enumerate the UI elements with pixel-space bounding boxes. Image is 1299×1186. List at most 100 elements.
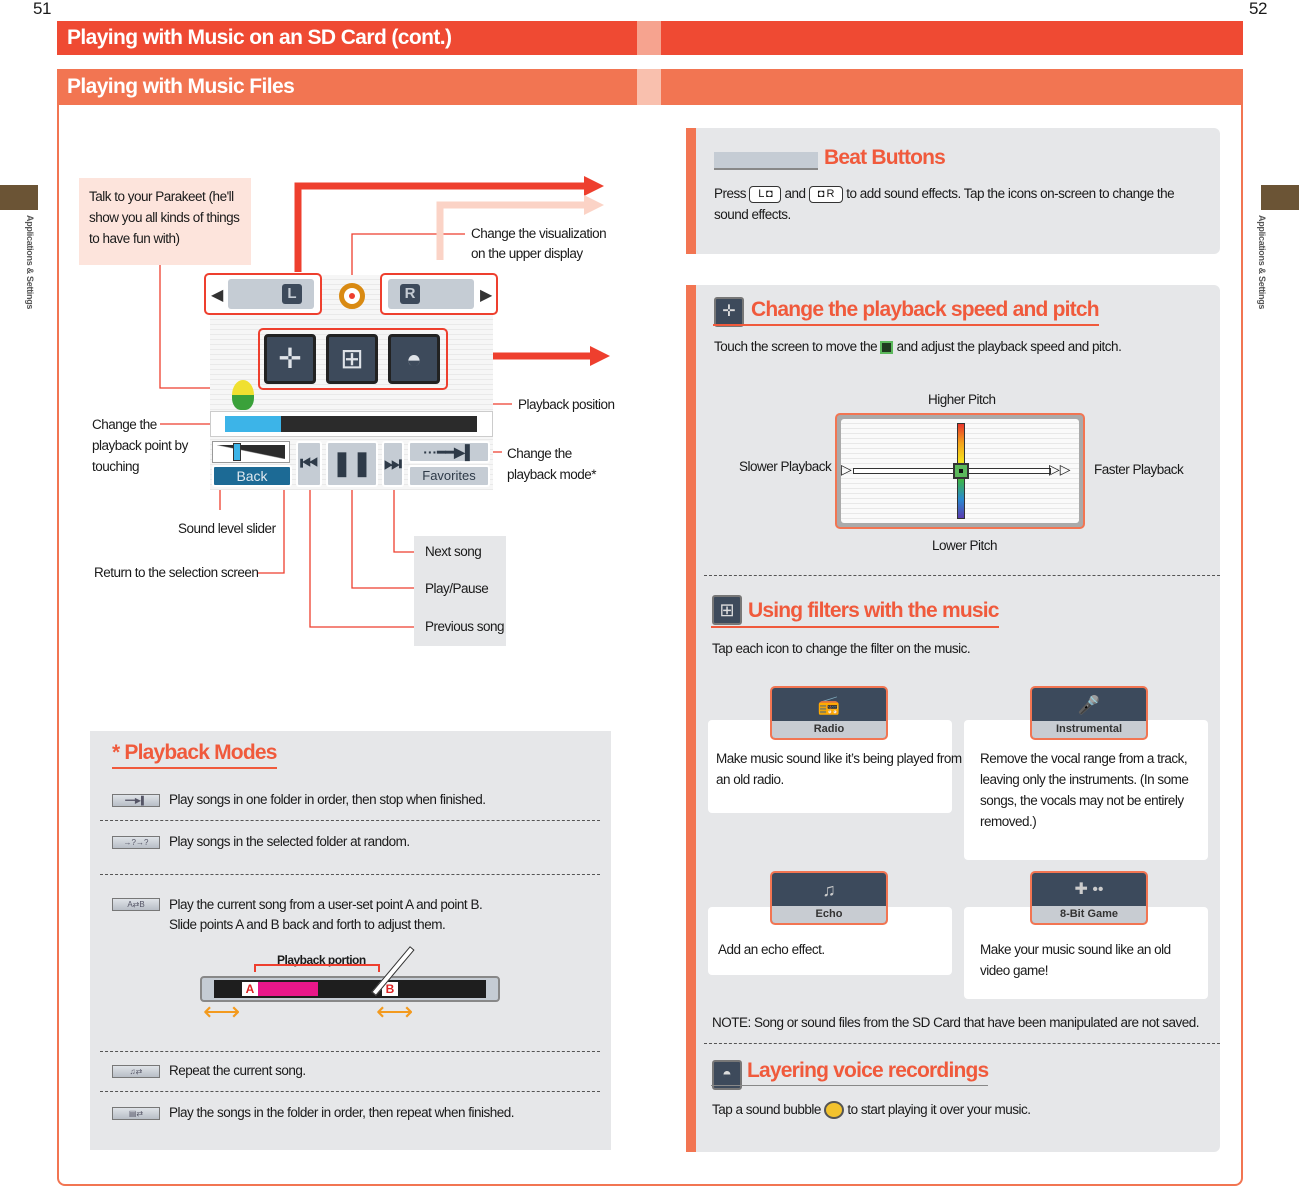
back-button[interactable]: Back [212,465,292,487]
filter-desc: removed.) [980,814,1037,829]
speed-pitch-pad[interactable]: ▷ ▷▷ [835,413,1085,529]
speed-pitch-text: Touch the screen to move the and adjust … [714,336,1122,357]
echo-filter-button[interactable]: ♫ Echo [770,871,888,925]
line-play [351,480,418,589]
previous-song-button[interactable]: ⏮ [296,441,322,487]
beat-button-left[interactable]: ◀ L [204,273,322,315]
text: and [784,186,806,201]
speed-pitch-handle[interactable] [953,463,969,479]
layering-text: Tap a sound bubble to start playing it o… [712,1099,1031,1120]
divider [100,820,600,821]
filters-note: NOTE: Song or sound files from the SD Ca… [712,1015,1200,1030]
r-button-key: ◘ R [808,185,843,203]
mode-text: Play songs in the selected folder at ran… [169,834,410,849]
filter-desc: Add an echo effect. [718,942,825,957]
sound-level-slider[interactable] [212,441,290,463]
beat-buttons-text-2: sound effects. [714,207,791,222]
slow-arrow-icon: ▷ [841,461,852,477]
arrow-left-icon[interactable]: ◀ [211,285,223,305]
speed-pitch-title: Change the playback speed and pitch [713,298,1100,326]
callout-play-pause: Play/Pause [425,581,489,596]
divider [100,1051,600,1052]
filter-desc: leaving only the instruments. (In some [980,772,1189,787]
mode-text-2: Slide points A and B back and forth to a… [169,917,446,932]
repeat-all-icon: ▤⇄ [112,1107,160,1120]
divider [100,874,600,875]
filters-title: Using filters with the music [711,599,999,628]
mode-text: Play the current song from a user-set po… [169,897,483,912]
repeat-one-icon: ♫⇄ [112,1065,160,1078]
line-prev [309,480,418,628]
text: to add sound effects. Tap the icons on-s… [846,186,1175,201]
portion-bracket [254,964,380,972]
volume-handle[interactable] [233,443,241,461]
visualization-icon[interactable] [339,283,365,309]
microphone-icon: 🎤 [1077,695,1101,715]
radio-filter-button[interactable]: 📻 Radio [770,686,888,740]
page-number-right: 52 [1249,0,1267,18]
drag-arrow-b-icon: ⟷ [376,996,414,1026]
next-song-button[interactable]: ⏭ [382,441,404,487]
ab-repeat-icon: A⇄B [112,898,160,911]
side-tab-label: Applications & Settings [1257,215,1267,310]
text: Tap a sound bubble [712,1102,821,1117]
text: and adjust the playback speed and pitch. [896,339,1122,354]
filter-label: Instrumental [1032,721,1146,738]
mode-text: Repeat the current song. [169,1063,306,1078]
sound-bubble-inline-icon [824,1101,845,1120]
filters-intro: Tap each icon to change the filter on th… [712,641,971,656]
filter-label: Echo [772,906,886,923]
parakeet-icon[interactable] [232,380,254,410]
music-player-screen: ◀ L R ▶ ✛ ⊞ ◓ Back ⏮ ❚❚ ⏭ ···━━▶▌ Favori… [204,273,498,490]
speed-axis [853,468,1051,474]
echo-note-icon: ♫ [822,880,836,900]
filter-label: 8-Bit Game [1032,906,1146,923]
r-key-icon: R [400,284,420,304]
filter-label: Radio [772,721,886,738]
mode-text: Play songs in one folder in order, then … [169,792,486,807]
filter-button[interactable]: ⊞ [326,334,378,384]
beat-button-right[interactable]: R ▶ [380,273,498,315]
speed-pitch-button[interactable]: ✛ [264,334,316,384]
radio-icon: 📻 [817,695,841,715]
sound-bubble-button[interactable]: ◓ [388,334,440,384]
playback-mode-button[interactable]: ···━━▶▌ [408,441,490,463]
game-controller-icon: ✚ •• [1074,881,1104,898]
filter-desc: songs, the vocals may not be entirely [980,793,1184,808]
faster-playback-label: Faster Playback [1094,462,1184,477]
beat-buttons-text: Press L ◘ and ◘ R to add sound effects. … [714,183,1175,204]
arrow-right-icon[interactable]: ▶ [480,285,492,305]
beat-buttons-panel: Beat Buttons Press L ◘ and ◘ R to add so… [686,128,1220,254]
beat-buttons-icon [714,152,818,170]
callout-playback-position: Playback position [518,397,615,412]
beat-buttons-title: Beat Buttons [824,146,946,169]
filter-desc: Make music sound like it’s being played … [716,751,962,766]
filter-desc: Make your music sound like an old [980,942,1171,957]
point-a-marker[interactable]: A [242,982,258,996]
favorites-button[interactable]: Favorites [408,465,490,487]
callout-previous-song: Previous song [425,619,505,634]
callout-playback-point: Change the playback point by touching [92,417,188,474]
side-tab-right[interactable] [1261,185,1299,210]
green-marker-icon [880,340,894,354]
8bit-filter-button[interactable]: ✚ •• 8-Bit Game [1030,871,1148,925]
arrow-stop-icon: ━━▶▌ [112,794,160,807]
ab-slider: A B [200,976,500,1002]
filter-buttons: ✛ ⊞ ◓ [258,328,448,390]
lower-pitch-label: Lower Pitch [932,538,998,553]
slower-playback-label: Slower Playback [739,459,832,474]
drag-arrow-a-icon: ⟷ [203,996,241,1026]
callout-next-song: Next song [425,544,482,559]
callout-playback-mode: Change the playback mode* [507,446,597,482]
playback-modes-title: * Playback Modes [112,741,277,769]
filter-desc: video game! [980,963,1049,978]
playback-position-bar[interactable] [210,411,493,437]
playback-progress [225,416,281,432]
divider [100,1091,600,1092]
mode-text: Play the songs in the folder in order, t… [169,1105,515,1120]
text: to start playing it over your music. [847,1102,1031,1117]
divider [704,1043,1220,1044]
instrumental-filter-button[interactable]: 🎤 Instrumental [1030,686,1148,740]
higher-pitch-label: Higher Pitch [928,392,996,407]
play-pause-button[interactable]: ❚❚ [326,441,378,487]
